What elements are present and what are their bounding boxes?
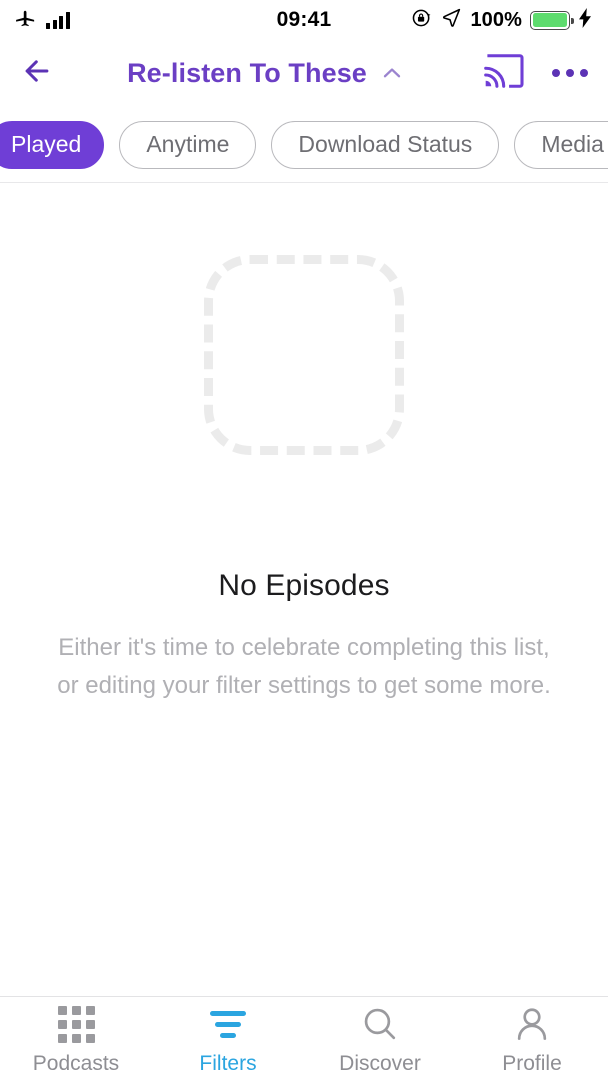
tab-profile[interactable]: Profile (456, 997, 608, 1080)
filter-chip-anytime[interactable]: Anytime (119, 120, 257, 169)
status-bar-clock: 09:41 (276, 8, 332, 31)
filter-chips-section: Played Anytime Download Status Media Typ… (0, 106, 608, 183)
filter-icon (210, 1005, 246, 1043)
tab-filters[interactable]: Filters (152, 997, 304, 1080)
status-bar: 09:41 100% (0, 0, 608, 40)
tab-discover[interactable]: Discover (304, 997, 456, 1080)
filter-chips-scroller[interactable]: Played Anytime Download Status Media Typ… (0, 106, 608, 183)
back-arrow-icon (20, 54, 54, 93)
battery-icon (530, 10, 574, 30)
dashed-square-placeholder-icon (204, 255, 404, 455)
tab-profile-label: Profile (502, 1052, 562, 1075)
tab-filters-label: Filters (199, 1052, 257, 1075)
empty-state-subtitle: Either it's time to celebrate completing… (39, 629, 569, 705)
nav-title-group[interactable]: Re-listen To These (54, 58, 478, 89)
empty-state-subtitle-line1: Either it's time to celebrate completing… (58, 634, 550, 661)
empty-state: No Episodes Either it's time to celebrat… (0, 183, 608, 996)
nav-actions (484, 53, 590, 93)
chips-divider (0, 182, 608, 183)
filter-chip-media-type[interactable]: Media Type (514, 120, 608, 169)
search-icon (361, 1005, 399, 1043)
empty-state-subtitle-line2: or editing your filter settings to get s… (57, 672, 551, 699)
navigation-bar: Re-listen To These (0, 40, 608, 106)
app-screen: 09:41 100% Re-listen To These Played Any… (0, 0, 608, 1080)
filter-chip-played[interactable]: Played (0, 120, 105, 169)
empty-state-title: No Episodes (218, 569, 390, 602)
tab-discover-label: Discover (339, 1052, 421, 1075)
grid-icon (57, 1005, 95, 1043)
filter-chip-download-status[interactable]: Download Status (271, 120, 500, 169)
tab-podcasts[interactable]: Podcasts (0, 997, 152, 1080)
person-icon (513, 1005, 551, 1043)
chromecast-icon[interactable] (484, 53, 524, 93)
bottom-tab-bar: Podcasts Filters Discover Profile (0, 996, 608, 1080)
more-options-icon[interactable] (550, 61, 590, 85)
chevron-up-icon[interactable] (379, 60, 405, 86)
tab-podcasts-label: Podcasts (32, 1052, 120, 1075)
page-title: Re-listen To These (127, 57, 367, 88)
